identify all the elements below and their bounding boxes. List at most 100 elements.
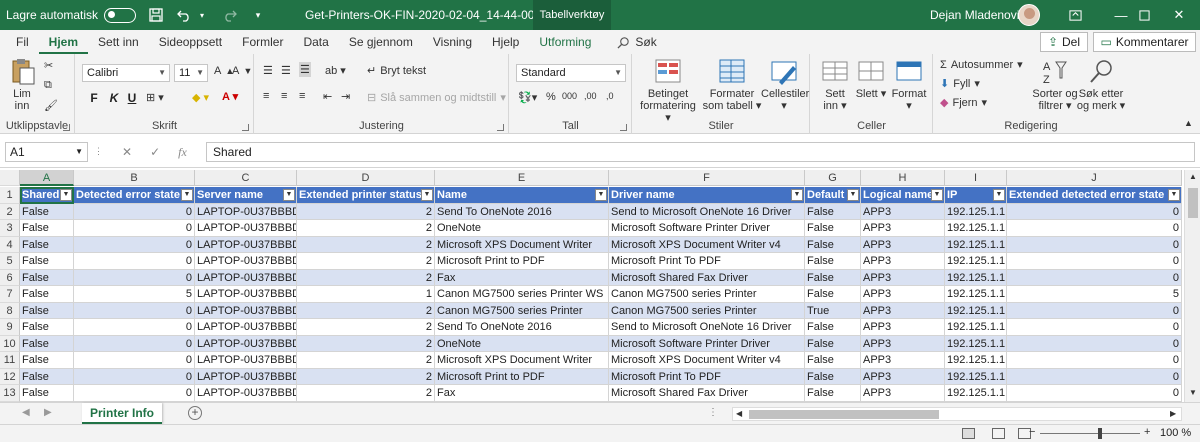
table-cell[interactable]: 0 <box>1007 302 1182 319</box>
select-all-corner[interactable] <box>0 170 20 186</box>
tab-data[interactable]: Data <box>293 30 338 54</box>
table-cell[interactable]: False <box>20 319 74 336</box>
table-cell[interactable]: 0 <box>1007 385 1182 402</box>
column-header-c[interactable]: C <box>195 170 297 186</box>
table-cell[interactable]: LAPTOP-0U37BBBD <box>195 286 297 303</box>
row-header[interactable]: 9 <box>0 319 20 336</box>
scroll-right-icon[interactable]: ▶ <box>1170 409 1176 418</box>
row-header[interactable]: 6 <box>0 269 20 286</box>
filter-dropdown-icon[interactable]: ▼ <box>60 189 72 201</box>
filter-dropdown-icon[interactable]: ▼ <box>1168 189 1180 201</box>
tab-view[interactable]: Visning <box>423 30 482 54</box>
table-cell[interactable]: 2 <box>297 368 435 385</box>
conditional-formatting-button[interactable]: Betinget formatering ▾ <box>637 58 699 124</box>
cancel-icon[interactable]: ✕ <box>122 145 132 159</box>
normal-view-icon[interactable] <box>962 428 975 439</box>
table-cell[interactable]: 192.125.1.1 <box>945 385 1007 402</box>
table-cell[interactable]: False <box>805 335 861 352</box>
column-header-d[interactable]: D <box>297 170 435 186</box>
scroll-down-icon[interactable]: ▼ <box>1189 388 1197 397</box>
table-cell[interactable]: 0 <box>74 253 195 270</box>
table-header-cell[interactable]: IP ▼ <box>945 187 1007 204</box>
filter-dropdown-icon[interactable]: ▼ <box>791 189 803 201</box>
search-box[interactable]: Søk <box>601 30 666 54</box>
table-cell[interactable]: Canon MG7500 series Printer <box>435 302 609 319</box>
table-cell[interactable]: Microsoft XPS Document Writer v4 <box>609 352 805 369</box>
table-cell[interactable]: APP3 <box>861 269 945 286</box>
table-cell[interactable]: 0 <box>74 302 195 319</box>
table-cell[interactable]: False <box>805 286 861 303</box>
horizontal-scroll-thumb[interactable] <box>749 410 939 419</box>
table-cell[interactable]: LAPTOP-0U37BBBD <box>195 385 297 402</box>
table-cell[interactable]: LAPTOP-0U37BBBD <box>195 253 297 270</box>
autosum-button[interactable]: Σ Autosummer ▾ <box>940 58 1023 72</box>
table-header-cell[interactable]: Shared ▼ <box>20 187 74 204</box>
table-cell[interactable]: Fax <box>435 385 609 402</box>
clear-button[interactable]: ◆ Fjern ▾ <box>940 96 987 110</box>
autosave-toggle[interactable] <box>104 7 137 23</box>
table-cell[interactable]: APP3 <box>861 368 945 385</box>
row-header[interactable]: 10 <box>0 335 20 352</box>
column-header-e[interactable]: E <box>435 170 609 186</box>
table-cell[interactable]: LAPTOP-0U37BBBD <box>195 319 297 336</box>
ribbon-display-options-icon[interactable] <box>1052 0 1098 30</box>
comma-style-icon[interactable]: 000 <box>562 91 577 101</box>
table-cell[interactable]: 1 <box>297 286 435 303</box>
table-cell[interactable]: APP3 <box>861 302 945 319</box>
table-cell[interactable]: 192.125.1.1 <box>945 236 1007 253</box>
table-cell[interactable]: 0 <box>74 220 195 237</box>
filter-dropdown-icon[interactable]: ▼ <box>595 189 607 201</box>
underline-button[interactable]: U <box>124 90 140 106</box>
table-cell[interactable]: Microsoft XPS Document Writer <box>435 352 609 369</box>
sheet-split-icon[interactable]: ⋮ <box>708 407 718 418</box>
page-layout-view-icon[interactable] <box>992 428 1005 439</box>
row-header[interactable]: 11 <box>0 352 20 369</box>
tab-page-layout[interactable]: Sideoppsett <box>149 30 232 54</box>
table-cell[interactable]: 0 <box>1007 269 1182 286</box>
table-cell[interactable]: False <box>805 269 861 286</box>
table-cell[interactable]: 0 <box>74 236 195 253</box>
table-cell[interactable]: 2 <box>297 220 435 237</box>
table-cell[interactable]: Microsoft Print To PDF <box>609 368 805 385</box>
accounting-format-icon[interactable]: 💱▾ <box>518 91 537 104</box>
font-launcher-icon[interactable] <box>242 124 249 131</box>
filter-dropdown-icon[interactable]: ▼ <box>931 189 943 201</box>
table-cell[interactable]: False <box>20 269 74 286</box>
table-cell[interactable]: Send to Microsoft OneNote 16 Driver <box>609 203 805 220</box>
table-cell[interactable]: 0 <box>1007 335 1182 352</box>
filter-dropdown-icon[interactable]: ▼ <box>421 189 433 201</box>
customize-toolbar-icon[interactable]: ▾ <box>250 7 266 23</box>
increase-decimal-icon[interactable]: ,00 <box>584 91 597 101</box>
filter-dropdown-icon[interactable]: ▼ <box>283 189 295 201</box>
table-cell[interactable]: 0 <box>74 203 195 220</box>
align-left-icon[interactable]: ≡ <box>263 90 269 102</box>
table-cell[interactable]: 0 <box>1007 368 1182 385</box>
row-header[interactable]: 8 <box>0 302 20 319</box>
table-cell[interactable]: 2 <box>297 319 435 336</box>
increase-indent-icon[interactable]: ⇥ <box>341 90 350 103</box>
cut-icon[interactable]: ✂ <box>44 59 53 72</box>
filter-dropdown-icon[interactable]: ▼ <box>181 189 193 201</box>
avatar[interactable] <box>1018 4 1040 26</box>
table-cell[interactable]: Microsoft XPS Document Writer v4 <box>609 236 805 253</box>
column-header-j[interactable]: J <box>1007 170 1182 186</box>
align-center-icon[interactable]: ≡ <box>281 90 287 102</box>
decrease-decimal-icon[interactable]: ,0 <box>606 91 614 101</box>
copy-icon[interactable]: ⧉ <box>44 79 52 92</box>
cell-styles-button[interactable]: Cellestiler ▾ <box>761 58 809 112</box>
table-cell[interactable]: False <box>20 385 74 402</box>
table-cell[interactable]: 0 <box>74 385 195 402</box>
table-cell[interactable]: APP3 <box>861 385 945 402</box>
table-cell[interactable]: APP3 <box>861 236 945 253</box>
table-cell[interactable]: False <box>805 220 861 237</box>
font-size-combo[interactable]: 11 ▼ <box>174 64 208 82</box>
fill-button[interactable]: ⬇ Fyll ▾ <box>940 77 980 91</box>
table-cell[interactable]: APP3 <box>861 319 945 336</box>
alignment-launcher-icon[interactable] <box>497 124 504 131</box>
row-header[interactable]: 3 <box>0 220 20 237</box>
sort-filter-button[interactable]: AZ Sorter og filtrer ▾ <box>1030 58 1080 112</box>
table-cell[interactable]: LAPTOP-0U37BBBD <box>195 335 297 352</box>
table-cell[interactable]: Microsoft Software Printer Driver <box>609 335 805 352</box>
table-cell[interactable]: 192.125.1.1 <box>945 335 1007 352</box>
merge-center-button[interactable]: ⊟ Slå sammen og midtstill ▾ <box>367 91 506 105</box>
